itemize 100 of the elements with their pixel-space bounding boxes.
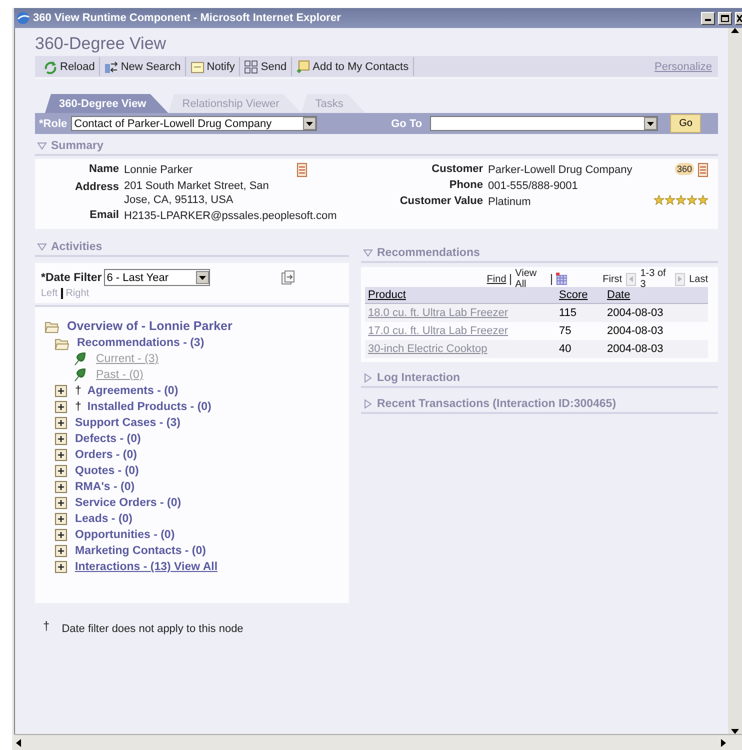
scroll-left-icon: [16, 738, 21, 746]
field-label: Customer Value: [398, 195, 483, 209]
minimize-button[interactable]: [701, 12, 715, 24]
expand-box-icon[interactable]: [55, 417, 67, 429]
grid-icon: [244, 60, 258, 74]
expand-box-icon[interactable]: [55, 433, 67, 445]
field-value: Parker-Lowell Drug Company: [488, 163, 632, 177]
tree-node[interactable]: Orders - (0): [75, 449, 137, 461]
field-label: Name: [88, 163, 119, 177]
product-link[interactable]: 18.0 cu. ft. Ultra Lab Freezer: [365, 304, 556, 322]
table-cell: 2004-08-03: [604, 322, 708, 340]
browser-icon: [16, 11, 30, 25]
expand-box-icon[interactable]: [55, 513, 67, 525]
role-label: *Role: [39, 118, 68, 130]
swap-arrows-icon: [104, 60, 118, 74]
toolbar-button[interactable]: New Search: [100, 57, 186, 76]
scroll-right-icon: [721, 738, 726, 746]
tree-node[interactable]: Installed Products - (0): [87, 401, 212, 413]
tree-node[interactable]: Opportunities - (0): [75, 529, 175, 541]
table-cell: 40: [556, 340, 604, 358]
dagger-mark: †: [75, 385, 82, 397]
find-link[interactable]: Find: [486, 274, 506, 284]
role-dropdown[interactable]: Contact of Parker-Lowell Drug Company: [71, 116, 318, 131]
footnote-text: Date filter does not apply to this node: [62, 622, 244, 635]
vertical-scrollbar[interactable]: [728, 28, 742, 734]
tree-node[interactable]: Agreements - (0): [87, 385, 178, 397]
tree-node[interactable]: Interactions - (13) View All: [75, 561, 218, 573]
field-value: Lonnie Parker: [124, 163, 192, 177]
tab[interactable]: 360-Degree View: [45, 94, 168, 113]
field-value: H2135-LPARKER@pssales.peoplesoft.com: [124, 209, 337, 223]
column-header[interactable]: Date: [604, 287, 708, 304]
table-cell: 115: [556, 304, 604, 322]
leaf-icon: [73, 352, 86, 366]
tree-node[interactable]: Leads - (0): [75, 513, 133, 525]
field-value: 201 South Market Street, San Jose, CA, 95113, USA: [124, 179, 270, 207]
document-icon: [698, 163, 708, 177]
open-folder-icon[interactable]: [55, 336, 69, 350]
page-title: 360-Degree View: [35, 33, 168, 55]
table-cell: 75: [556, 322, 604, 340]
date-filter-dropdown[interactable]: 6 - Last Year: [104, 269, 210, 286]
go-to-dropdown[interactable]: [430, 116, 658, 131]
expand-box-icon[interactable]: [55, 497, 67, 509]
tree-node[interactable]: RMA's - (0): [75, 481, 135, 493]
first-label: First: [602, 274, 622, 284]
left-arrow-icon: [629, 276, 634, 282]
close-icon: [736, 14, 742, 22]
close-button[interactable]: [735, 12, 742, 24]
page-range: 1-3 of 3: [640, 268, 667, 290]
open-folder-icon[interactable]: [45, 320, 59, 332]
field-value: 001-555/888-9001: [488, 179, 578, 193]
expand-box-icon[interactable]: [55, 545, 67, 557]
document-icon: [297, 163, 307, 177]
tree-node[interactable]: Service Orders - (0): [75, 497, 182, 509]
toolbar-button[interactable]: Add to My Contacts: [292, 57, 414, 76]
field-label: Phone: [448, 179, 483, 193]
reload-arrows-icon: [43, 60, 57, 74]
tree-node[interactable]: Overview of - Lonnie Parker: [67, 319, 232, 333]
field-value: Platinum: [488, 195, 531, 209]
view-all-link[interactable]: View All: [515, 268, 547, 290]
last-label: Last: [689, 274, 708, 284]
field-label: Customer: [430, 163, 483, 177]
note-icon: [190, 60, 204, 74]
field-label: Address: [74, 180, 119, 195]
column-header[interactable]: Product: [365, 287, 556, 304]
section-title: Log Interaction: [377, 372, 460, 384]
expand-box-icon[interactable]: [55, 449, 67, 461]
column-header[interactable]: Score: [556, 287, 604, 304]
tree-node[interactable]: Recommendations - (3): [77, 337, 204, 349]
expand-box-icon[interactable]: [55, 401, 67, 413]
date-filter-label: *Date Filter: [41, 272, 102, 284]
tree-node[interactable]: Quotes - (0): [75, 465, 139, 477]
toolbar-button[interactable]: Send: [240, 57, 292, 76]
right-arrow-icon: [678, 276, 682, 282]
expand-box-icon[interactable]: [55, 385, 67, 397]
tree-node[interactable]: Support Cases - (3): [75, 417, 180, 429]
dropdown-arrow-icon: [306, 122, 314, 126]
section-title: Recommendations: [377, 247, 480, 259]
star-icon: [676, 195, 686, 205]
star-icon: [687, 195, 697, 205]
go-button[interactable]: Go: [670, 114, 702, 133]
table-cell: 2004-08-03: [604, 304, 708, 322]
toolbar-button[interactable]: Notify: [186, 57, 240, 76]
section-title: Recent Transactions (Interaction ID:300465): [377, 398, 616, 410]
grid-download-icon: [556, 272, 568, 286]
product-link[interactable]: 17.0 cu. ft. Ultra Lab Freezer: [365, 322, 556, 340]
section-title: Summary: [51, 140, 104, 152]
dropdown-arrow-icon: [647, 122, 654, 126]
product-link[interactable]: 30-inch Electric Cooktop: [365, 340, 556, 358]
maximize-button[interactable]: [718, 12, 732, 24]
section-title: Activities: [51, 241, 102, 253]
expand-box-icon[interactable]: [55, 529, 67, 541]
horizontal-scrollbar[interactable]: [14, 734, 742, 750]
tree-node[interactable]: Marketing Contacts - (0): [75, 545, 206, 557]
expand-box-icon[interactable]: [55, 465, 67, 477]
toolbar-button[interactable]: Reload: [39, 57, 100, 76]
expand-box-icon[interactable]: [55, 481, 67, 493]
star-icon: [698, 195, 708, 205]
expand-box-icon[interactable]: [55, 561, 67, 573]
maximize-icon: [721, 14, 729, 22]
tree-node[interactable]: Defects - (0): [75, 433, 141, 445]
